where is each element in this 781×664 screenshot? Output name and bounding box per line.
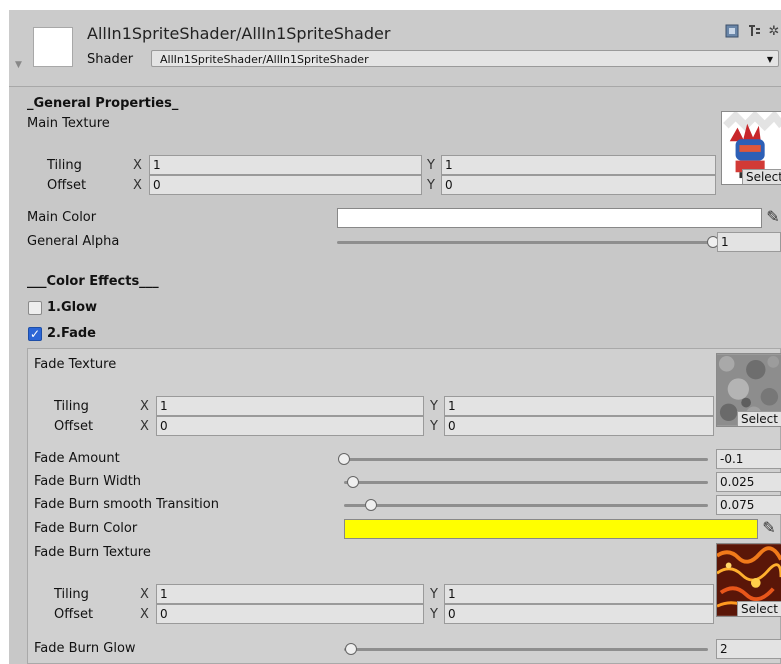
- fade-burn-color-field[interactable]: [344, 519, 758, 539]
- fade-tiling-y-label: Y: [430, 399, 438, 414]
- fade-amount-label: Fade Amount: [34, 451, 120, 466]
- fade-burn-glow-label: Fade Burn Glow: [34, 641, 136, 656]
- eyedropper-icon[interactable]: ✎: [760, 519, 778, 537]
- burn-offset-y-label: Y: [430, 607, 438, 622]
- fade-offset-x-label: X: [140, 419, 149, 434]
- burn-tiling-x-label: X: [140, 587, 149, 602]
- shader-dropdown[interactable]: AllIn1SpriteShader/AllIn1SpriteShader ▼: [151, 50, 779, 67]
- main-texture-label: Main Texture: [27, 116, 110, 131]
- help-icon[interactable]: [747, 24, 761, 38]
- fade-amount-slider-track[interactable]: [344, 458, 708, 461]
- fade-amount-field[interactable]: -0.1: [716, 449, 781, 469]
- fade-properties-group: Fade Texture Tiling X 1 Y 1 Offset X 0 Y…: [27, 348, 781, 664]
- tiling-x-label: X: [133, 158, 142, 173]
- settings-icon[interactable]: ✲: [767, 24, 781, 39]
- fade-label: 2.Fade: [47, 326, 96, 341]
- general-alpha-slider-track[interactable]: [337, 241, 713, 244]
- main-texture-slot[interactable]: Select: [721, 111, 781, 185]
- fade-burn-width-slider-thumb[interactable]: [347, 476, 360, 488]
- burn-offset-label: Offset: [54, 607, 94, 622]
- material-header: ▼ AllIn1SpriteShader/AllIn1SpriteShader …: [9, 10, 781, 87]
- fade-burn-texture-label: Fade Burn Texture: [34, 545, 151, 560]
- tiling-y-field[interactable]: 1: [441, 155, 716, 175]
- fade-texture-slot[interactable]: Select: [716, 353, 781, 427]
- offset-y-field[interactable]: 0: [441, 175, 716, 195]
- fade-burn-smooth-field[interactable]: 0.075: [716, 495, 781, 515]
- foldout-arrow-icon[interactable]: ▼: [15, 60, 22, 70]
- fade-burn-glow-slider-thumb[interactable]: [345, 643, 358, 655]
- fade-amount-slider-thumb[interactable]: [338, 453, 350, 465]
- fade-texture-select-button[interactable]: Select: [736, 411, 781, 426]
- fade-burn-glow-field[interactable]: 2: [716, 639, 781, 659]
- fade-burn-glow-slider-track[interactable]: [344, 648, 708, 651]
- fade-texture-label: Fade Texture: [34, 357, 117, 372]
- main-texture-select-button[interactable]: Select: [741, 169, 781, 184]
- tiling-y-label: Y: [427, 158, 435, 173]
- glow-label: 1.Glow: [47, 300, 98, 315]
- fade-burn-color-label: Fade Burn Color: [34, 521, 138, 536]
- shader-dropdown-value: AllIn1SpriteShader/AllIn1SpriteShader: [160, 53, 369, 66]
- fade-offset-x-field[interactable]: 0: [156, 416, 424, 436]
- fade-offset-y-field[interactable]: 0: [444, 416, 714, 436]
- fade-burn-width-label: Fade Burn Width: [34, 474, 142, 489]
- eyedropper-icon[interactable]: ✎: [764, 208, 781, 226]
- fade-burn-width-field[interactable]: 0.025: [716, 472, 781, 492]
- material-title: AllIn1SpriteShader/AllIn1SpriteShader: [87, 24, 391, 43]
- tiling-label: Tiling: [47, 158, 82, 173]
- fade-offset-y-label: Y: [430, 419, 438, 434]
- tiling-x-field[interactable]: 1: [149, 155, 422, 175]
- offset-y-label: Y: [427, 178, 435, 193]
- burn-tiling-x-field[interactable]: 1: [156, 584, 424, 604]
- general-alpha-field[interactable]: 1: [717, 232, 781, 252]
- main-color-label: Main Color: [27, 210, 97, 225]
- fade-tiling-x-field[interactable]: 1: [156, 396, 424, 416]
- fade-tiling-x-label: X: [140, 399, 149, 414]
- offset-x-label: X: [133, 178, 142, 193]
- fade-burn-smooth-label: Fade Burn smooth Transition: [34, 497, 219, 512]
- burn-offset-x-field[interactable]: 0: [156, 604, 424, 624]
- fade-burn-width-slider-track[interactable]: [344, 481, 708, 484]
- dropdown-arrow-icon: ▼: [766, 55, 773, 64]
- fade-burn-smooth-slider-track[interactable]: [344, 504, 708, 507]
- fade-checkbox[interactable]: ✓: [28, 327, 42, 341]
- fade-burn-texture-select-button[interactable]: Select: [736, 601, 781, 616]
- offset-x-field[interactable]: 0: [149, 175, 422, 195]
- fade-burn-texture-slot[interactable]: Select: [716, 543, 781, 617]
- material-preview-thumbnail: [33, 27, 73, 67]
- fade-tiling-label: Tiling: [54, 399, 89, 414]
- main-color-field[interactable]: [337, 208, 762, 228]
- burn-offset-y-field[interactable]: 0: [444, 604, 714, 624]
- fade-tiling-y-field[interactable]: 1: [444, 396, 714, 416]
- fade-burn-smooth-slider-thumb[interactable]: [365, 499, 378, 511]
- burn-tiling-y-field[interactable]: 1: [444, 584, 714, 604]
- shader-label: Shader: [87, 52, 134, 67]
- glow-checkbox[interactable]: [28, 301, 42, 315]
- fade-offset-label: Offset: [54, 419, 94, 434]
- offset-label: Offset: [47, 178, 87, 193]
- inspector-window: ▼ AllIn1SpriteShader/AllIn1SpriteShader …: [9, 10, 781, 664]
- burn-offset-x-label: X: [140, 607, 149, 622]
- color-effects-header: ___Color Effects___: [27, 274, 159, 289]
- general-properties-header: _General Properties_: [27, 96, 179, 111]
- general-alpha-label: General Alpha: [27, 234, 120, 249]
- material-icon[interactable]: [725, 24, 739, 38]
- burn-tiling-y-label: Y: [430, 587, 438, 602]
- burn-tiling-label: Tiling: [54, 587, 89, 602]
